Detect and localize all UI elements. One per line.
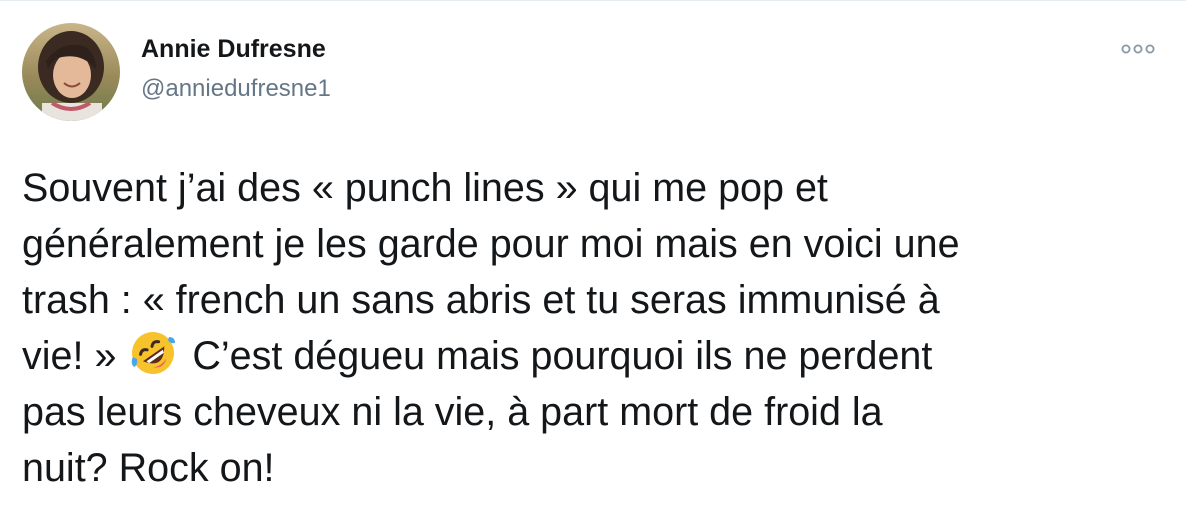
- author-handle[interactable]: @anniedufresne1: [141, 74, 331, 104]
- tweet-text-segment: vie! »: [22, 334, 128, 378]
- tweet-card: Annie Dufresne @anniedufresne1 Souvent j…: [0, 0, 1186, 524]
- tweet-text-segment: C’est dégueu mais pourquoi ils ne perden…: [181, 334, 933, 378]
- tweet-text-line: généralement je les garde pour moi mais …: [22, 222, 960, 266]
- tweet-text: Souvent j’ai des « punch lines » qui me …: [22, 160, 1162, 496]
- profile-photo-icon: [22, 23, 120, 121]
- author-name[interactable]: Annie Dufresne: [141, 34, 326, 64]
- rolling-on-floor-laughing-emoji-icon: [129, 329, 177, 377]
- more-options-button[interactable]: [1118, 35, 1160, 61]
- tweet-text-line: nuit? Rock on!: [22, 446, 275, 490]
- more-dots-icon: [1121, 44, 1155, 54]
- tweet-text-line: vie! » C’est dégueu mais pourquoi ils ne…: [22, 328, 1162, 384]
- author-avatar[interactable]: [22, 23, 120, 121]
- tweet-text-line: pas leurs cheveux ni la vie, à part mort…: [22, 390, 883, 434]
- tweet-text-line: trash : « french un sans abris et tu ser…: [22, 278, 940, 322]
- tweet-text-line: Souvent j’ai des « punch lines » qui me …: [22, 166, 828, 210]
